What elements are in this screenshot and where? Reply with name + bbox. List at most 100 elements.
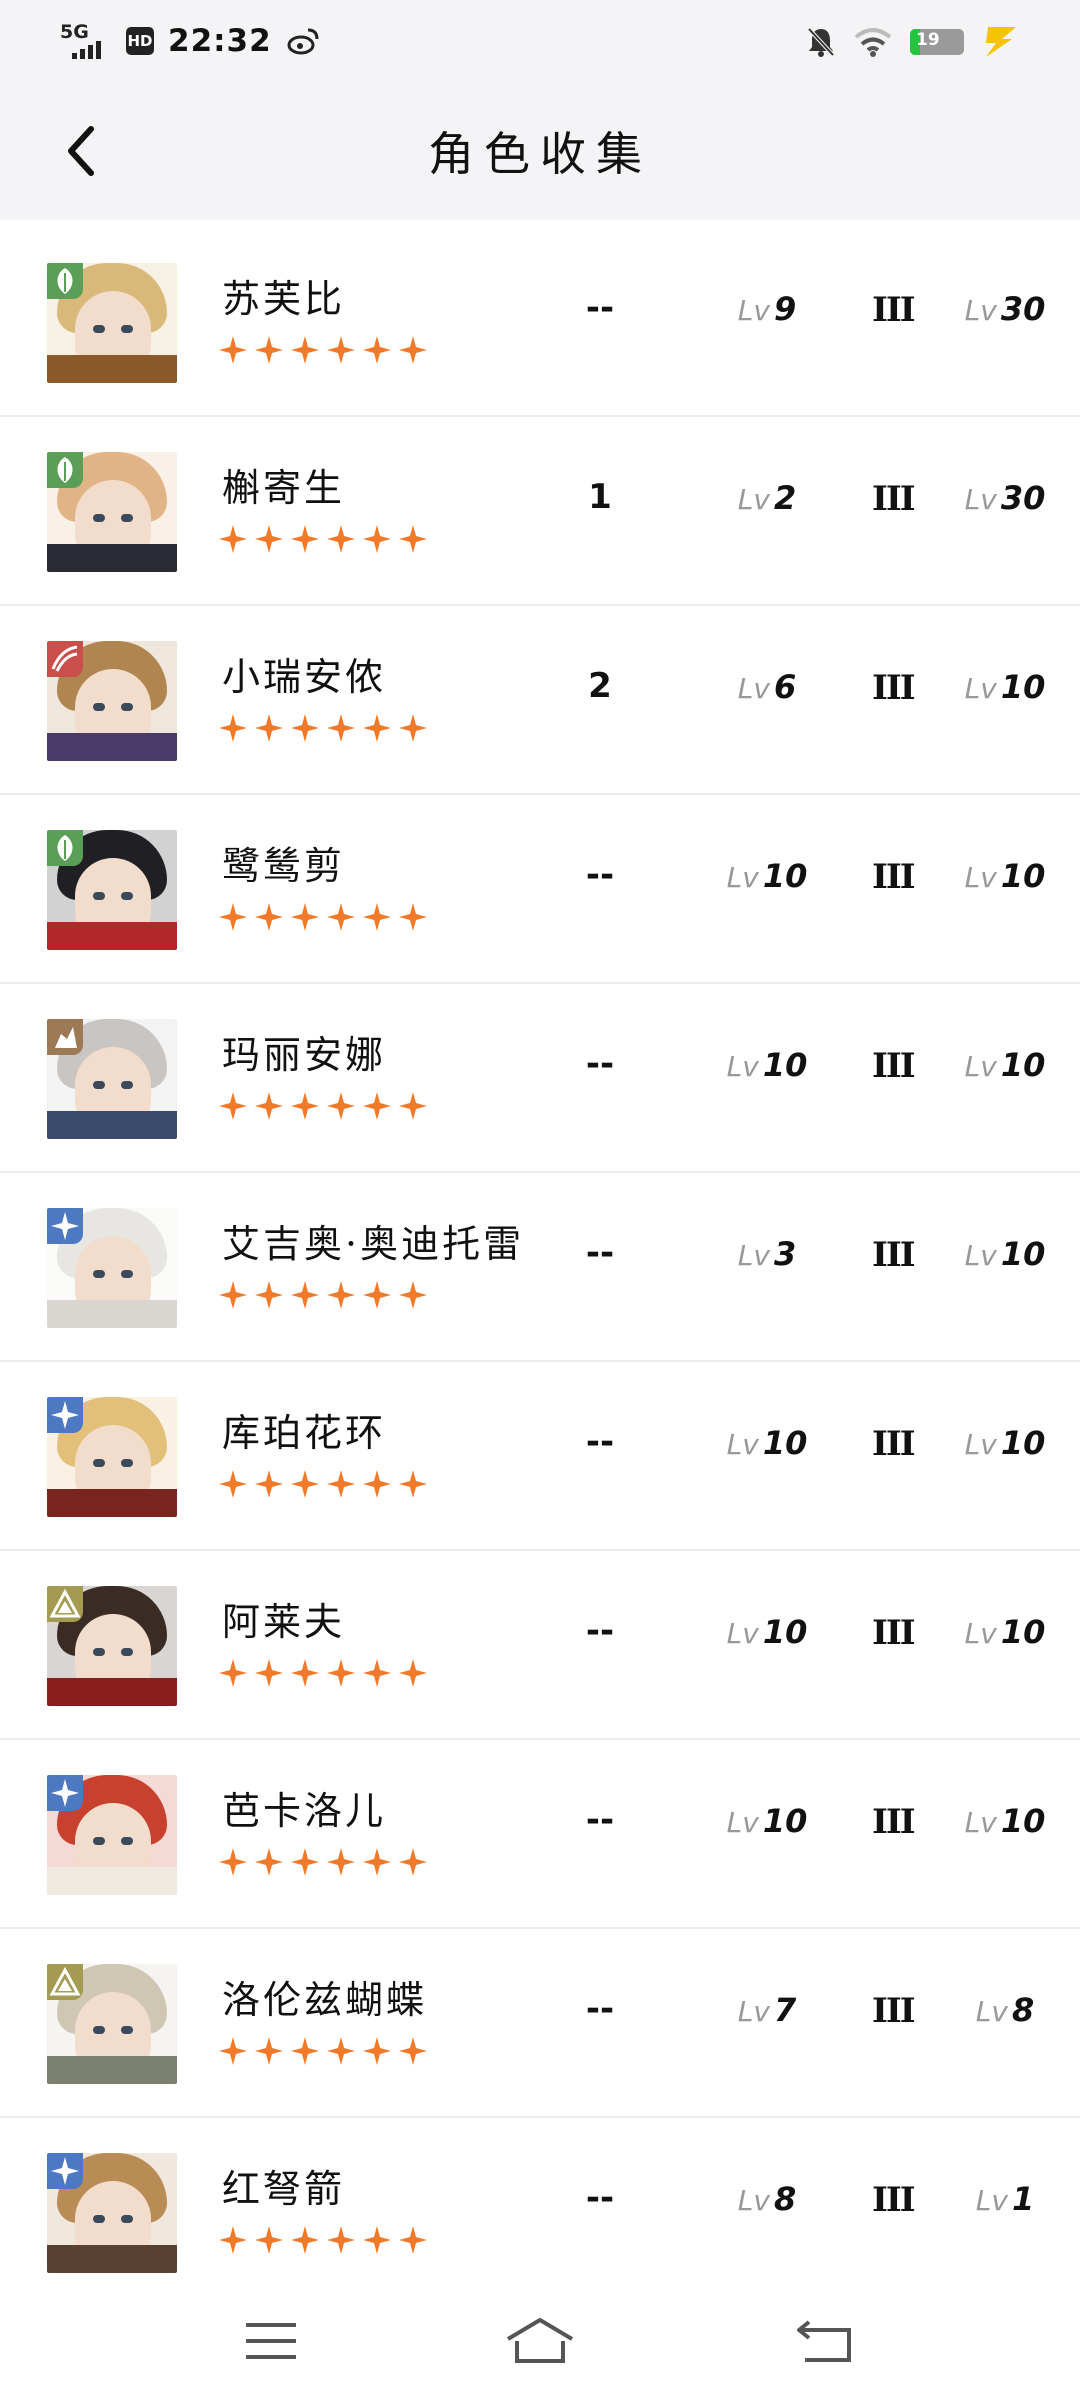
skill-level: Lv 10 bbox=[950, 1235, 1060, 1273]
level-value: 2 bbox=[773, 479, 797, 517]
star-icon bbox=[219, 1281, 247, 1309]
skill-level: Lv 30 bbox=[950, 290, 1060, 328]
character-name: 红弩箭 bbox=[222, 2167, 346, 2211]
level-prefix: Lv bbox=[964, 294, 997, 327]
level-value: 10 bbox=[762, 1613, 808, 1651]
level-value: 30 bbox=[1000, 479, 1046, 517]
level-prefix: Lv bbox=[964, 1428, 997, 1461]
level-prefix: Lv bbox=[975, 1995, 1008, 2028]
star-icon bbox=[327, 714, 355, 742]
star-icon bbox=[399, 1659, 427, 1687]
star-rating bbox=[218, 1658, 428, 1688]
star-icon bbox=[399, 714, 427, 742]
level-prefix: Lv bbox=[737, 1995, 770, 2028]
character-list[interactable]: 苏芙比 -- Lv 9 III Lv 30 槲寄生 1 Lv 2 III Lv 30 小瑞安侬 2 Lv 6 III… bbox=[0, 228, 1080, 2307]
character-level: Lv 10 bbox=[712, 857, 822, 895]
star-icon bbox=[327, 336, 355, 364]
level-value: 10 bbox=[1000, 1802, 1046, 1840]
star-icon bbox=[219, 714, 247, 742]
battery-level: 19 bbox=[916, 30, 940, 50]
level-value: 3 bbox=[773, 1235, 797, 1273]
constellation-value: 2 bbox=[588, 666, 612, 706]
star-icon bbox=[255, 1848, 283, 1876]
level-prefix: Lv bbox=[964, 1806, 997, 1839]
constellation-value: -- bbox=[585, 1800, 615, 1840]
character-avatar bbox=[47, 1964, 177, 2084]
level-value: 10 bbox=[1000, 668, 1046, 706]
level-prefix: Lv bbox=[737, 2184, 770, 2217]
bell-off-icon bbox=[807, 27, 835, 57]
status-bar: 5G HD 22:32 19 bbox=[0, 0, 1080, 82]
character-name: 苏芙比 bbox=[222, 277, 346, 321]
level-value: 1 bbox=[1011, 2180, 1035, 2218]
element-blue-icon bbox=[47, 2153, 83, 2189]
star-icon bbox=[219, 2226, 247, 2254]
character-row[interactable]: 槲寄生 1 Lv 2 III Lv 30 bbox=[0, 417, 1080, 606]
skill-level: Lv 30 bbox=[950, 479, 1060, 517]
network-type: 5G bbox=[60, 21, 89, 43]
constellation-value: -- bbox=[585, 1233, 615, 1273]
character-avatar bbox=[47, 263, 177, 383]
star-icon bbox=[327, 1848, 355, 1876]
star-icon bbox=[399, 2226, 427, 2254]
star-icon bbox=[363, 903, 391, 931]
level-prefix: Lv bbox=[737, 672, 770, 705]
star-icon bbox=[363, 1848, 391, 1876]
return-button[interactable] bbox=[790, 2306, 860, 2376]
star-icon bbox=[363, 1659, 391, 1687]
star-icon bbox=[399, 336, 427, 364]
character-row[interactable]: 红弩箭 -- Lv 8 III Lv 1 bbox=[0, 2118, 1080, 2307]
star-icon bbox=[255, 1092, 283, 1120]
menu-button[interactable] bbox=[236, 2306, 306, 2376]
character-row[interactable]: 小瑞安侬 2 Lv 6 III Lv 10 bbox=[0, 606, 1080, 795]
character-row[interactable]: 玛丽安娜 -- Lv 10 III Lv 10 bbox=[0, 984, 1080, 1173]
level-prefix: Lv bbox=[964, 861, 997, 894]
character-row[interactable]: 库珀花环 -- Lv 10 III Lv 10 bbox=[0, 1362, 1080, 1551]
character-row[interactable]: 洛伦兹蝴蝶 -- Lv 7 III Lv 8 bbox=[0, 1929, 1080, 2118]
level-value: 10 bbox=[762, 1424, 808, 1462]
character-name: 芭卡洛儿 bbox=[222, 1789, 387, 1833]
character-row[interactable]: 鹭鸶剪 -- Lv 10 III Lv 10 bbox=[0, 795, 1080, 984]
star-icon bbox=[327, 2037, 355, 2065]
star-icon bbox=[255, 2037, 283, 2065]
star-icon bbox=[363, 714, 391, 742]
character-row[interactable]: 阿莱夫 -- Lv 10 III Lv 10 bbox=[0, 1551, 1080, 1740]
character-row[interactable]: 艾吉奥·奥迪托雷 -- Lv 3 III Lv 10 bbox=[0, 1173, 1080, 1362]
character-row[interactable]: 芭卡洛儿 -- Lv 10 III Lv 10 bbox=[0, 1740, 1080, 1929]
home-button[interactable] bbox=[505, 2306, 575, 2376]
tier-value: III bbox=[872, 1424, 916, 1464]
star-icon bbox=[219, 1092, 247, 1120]
star-icon bbox=[291, 525, 319, 553]
level-prefix: Lv bbox=[975, 2184, 1008, 2217]
element-blue-icon bbox=[47, 1397, 83, 1433]
character-level: Lv 2 bbox=[712, 479, 822, 517]
tier-value: III bbox=[872, 1613, 916, 1653]
tier-value: III bbox=[872, 1991, 916, 2031]
tier-value: III bbox=[872, 857, 916, 897]
element-blue-icon bbox=[47, 1208, 83, 1244]
level-prefix: Lv bbox=[737, 483, 770, 516]
level-value: 8 bbox=[1011, 1991, 1035, 2029]
star-icon bbox=[219, 1470, 247, 1498]
constellation-value: -- bbox=[585, 1611, 615, 1651]
star-icon bbox=[363, 1092, 391, 1120]
star-icon bbox=[255, 714, 283, 742]
skill-level: Lv 10 bbox=[950, 857, 1060, 895]
star-icon bbox=[399, 903, 427, 931]
character-avatar bbox=[47, 1586, 177, 1706]
star-icon bbox=[219, 903, 247, 931]
star-rating bbox=[218, 335, 428, 365]
element-green-icon bbox=[47, 452, 83, 488]
character-avatar bbox=[47, 830, 177, 950]
character-avatar bbox=[47, 1775, 177, 1895]
tier-value: III bbox=[872, 1802, 916, 1842]
star-icon bbox=[291, 336, 319, 364]
page-title: 角色收集 bbox=[428, 127, 652, 181]
character-row[interactable]: 苏芙比 -- Lv 9 III Lv 30 bbox=[0, 228, 1080, 417]
star-icon bbox=[219, 525, 247, 553]
character-level: Lv 10 bbox=[712, 1046, 822, 1084]
star-rating bbox=[218, 1091, 428, 1121]
element-olive-icon bbox=[47, 1586, 83, 1622]
element-green-icon bbox=[47, 830, 83, 866]
level-value: 7 bbox=[773, 1991, 797, 2029]
